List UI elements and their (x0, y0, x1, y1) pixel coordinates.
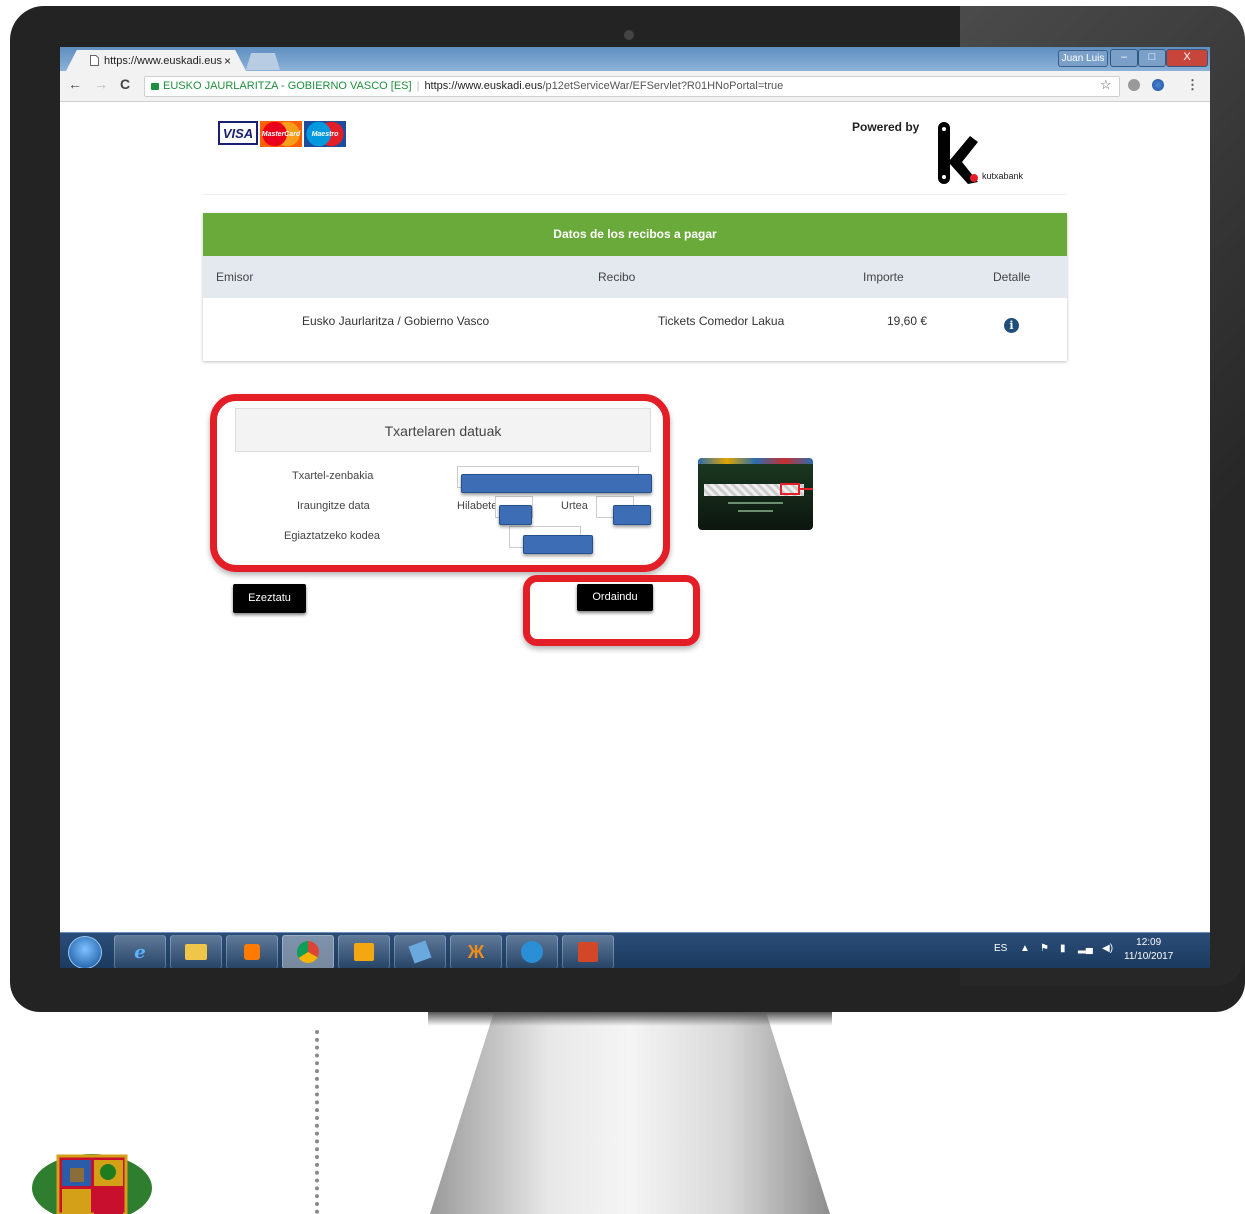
clock-date: 11/10/2017 (1124, 951, 1174, 962)
visa-logo: VISA (218, 121, 258, 145)
close-window-button[interactable]: X (1166, 49, 1208, 67)
card-text-line (738, 510, 773, 512)
menu-icon[interactable]: ⋮ (1186, 77, 1199, 93)
cvv-pointer (800, 488, 813, 490)
internet-explorer-icon[interactable]: e (114, 935, 166, 968)
back-button[interactable]: ← (68, 76, 82, 92)
minimize-button[interactable]: – (1110, 49, 1138, 67)
file-explorer-icon[interactable] (170, 935, 222, 968)
table-header: Emisor Recibo Importe Detalle (203, 256, 1067, 298)
reload-button[interactable]: C (120, 76, 130, 92)
accepted-cards: VISA MasterCard Maestro (218, 121, 346, 147)
powered-by-label: Powered by (852, 120, 920, 134)
maestro-logo: Maestro (304, 121, 346, 147)
clock-time: 12:09 (1136, 937, 1162, 948)
butterfly-app-icon[interactable]: Ж (450, 935, 502, 968)
cvv-marker (780, 483, 800, 495)
dotted-divider (315, 1030, 319, 1214)
mastercard-logo: MasterCard (260, 121, 302, 147)
tab-title: https://www.euskadi.eus (104, 55, 223, 67)
show-hidden-icons[interactable]: ▲ (1020, 943, 1030, 954)
column-header-recibo: Recibo (598, 270, 636, 284)
screen: https://www.euskadi.eus × Juan Luis – □ … (60, 47, 1210, 968)
taskbar-clock[interactable]: 12:09 11/10/2017 (1124, 936, 1173, 964)
new-tab-button[interactable] (246, 53, 280, 70)
table-row: Eusko Jaurlaritza / Gobierno Vasco Ticke… (203, 298, 1067, 361)
extension-icon[interactable] (1128, 79, 1140, 91)
url-host: https://www.euskadi.eus (424, 80, 543, 92)
page-icon (90, 55, 99, 66)
bookmark-star-icon[interactable]: ☆ (1100, 77, 1112, 93)
basque-coat-of-arms-icon (32, 1154, 152, 1214)
receipts-table: Datos de los recibos a pagar Emisor Reci… (203, 213, 1067, 361)
outlook-icon[interactable] (338, 935, 390, 968)
maximize-button[interactable]: □ (1138, 49, 1166, 67)
header-divider (203, 194, 1067, 195)
lock-icon (151, 83, 159, 90)
forward-button[interactable]: → (94, 76, 108, 92)
media-player-icon[interactable] (226, 935, 278, 968)
webcam (624, 30, 634, 40)
monitor-stand (430, 1012, 830, 1214)
column-header-emisor: Emisor (216, 270, 254, 284)
skype-icon[interactable] (506, 935, 558, 968)
tab-close-button[interactable]: × (224, 50, 231, 71)
pay-button[interactable]: Ordaindu (577, 584, 653, 611)
browser-tab[interactable]: https://www.euskadi.eus × (66, 50, 246, 71)
column-header-detalle: Detalle (993, 270, 1031, 284)
emisor-cell: Eusko Jaurlaritza / Gobierno Vasco (302, 314, 490, 328)
card-form-highlight (210, 394, 670, 572)
cancel-button[interactable]: Ezeztatu (233, 584, 306, 613)
recibo-cell: Tickets Comedor Lakua (658, 314, 785, 328)
card-stripe (698, 458, 813, 464)
chrome-icon[interactable] (282, 935, 334, 968)
start-button[interactable] (68, 936, 102, 968)
windows-taskbar: e Ж ES ▲ ⚑ ▮ ▂▄ ◀) 12:09 11/10/2017 (60, 932, 1210, 968)
browser-tab-bar: https://www.euskadi.eus × Juan Luis – □ … (60, 47, 1210, 71)
stand-shadow (428, 1012, 832, 1026)
volume-icon[interactable]: ◀) (1102, 943, 1113, 954)
browser-toolbar: ← → C EUSKO JAURLARITZA - GOBIERNO VASCO… (60, 71, 1210, 102)
card-text-line (728, 502, 783, 504)
profile-button[interactable]: Juan Luis (1058, 50, 1108, 67)
url-separator: | (416, 80, 420, 92)
site-identity: EUSKO JAURLARITZA - GOBIERNO VASCO [ES] (163, 80, 412, 92)
notes-icon[interactable] (394, 935, 446, 968)
globe-extension-icon[interactable] (1152, 79, 1164, 91)
powerpoint-icon[interactable] (562, 935, 614, 968)
info-icon[interactable]: i (1004, 318, 1019, 333)
power-icon[interactable]: ▮ (1060, 943, 1066, 954)
column-header-importe: Importe (863, 270, 904, 284)
bank-name: kutxabank (982, 171, 1024, 181)
action-center-flag-icon[interactable]: ⚑ (1040, 943, 1049, 954)
importe-cell: 19,60 € (887, 314, 928, 328)
address-bar[interactable]: EUSKO JAURLARITZA - GOBIERNO VASCO [ES] |… (144, 76, 1120, 97)
network-signal-icon[interactable]: ▂▄ (1078, 943, 1093, 954)
table-title: Datos de los recibos a pagar (203, 213, 1067, 256)
language-indicator[interactable]: ES (994, 943, 1007, 954)
card-cvv-illustration (698, 458, 813, 530)
kutxabank-logo (938, 122, 978, 184)
url-path: /p12etServiceWar/EFServlet?R01HNoPortal=… (542, 80, 784, 92)
